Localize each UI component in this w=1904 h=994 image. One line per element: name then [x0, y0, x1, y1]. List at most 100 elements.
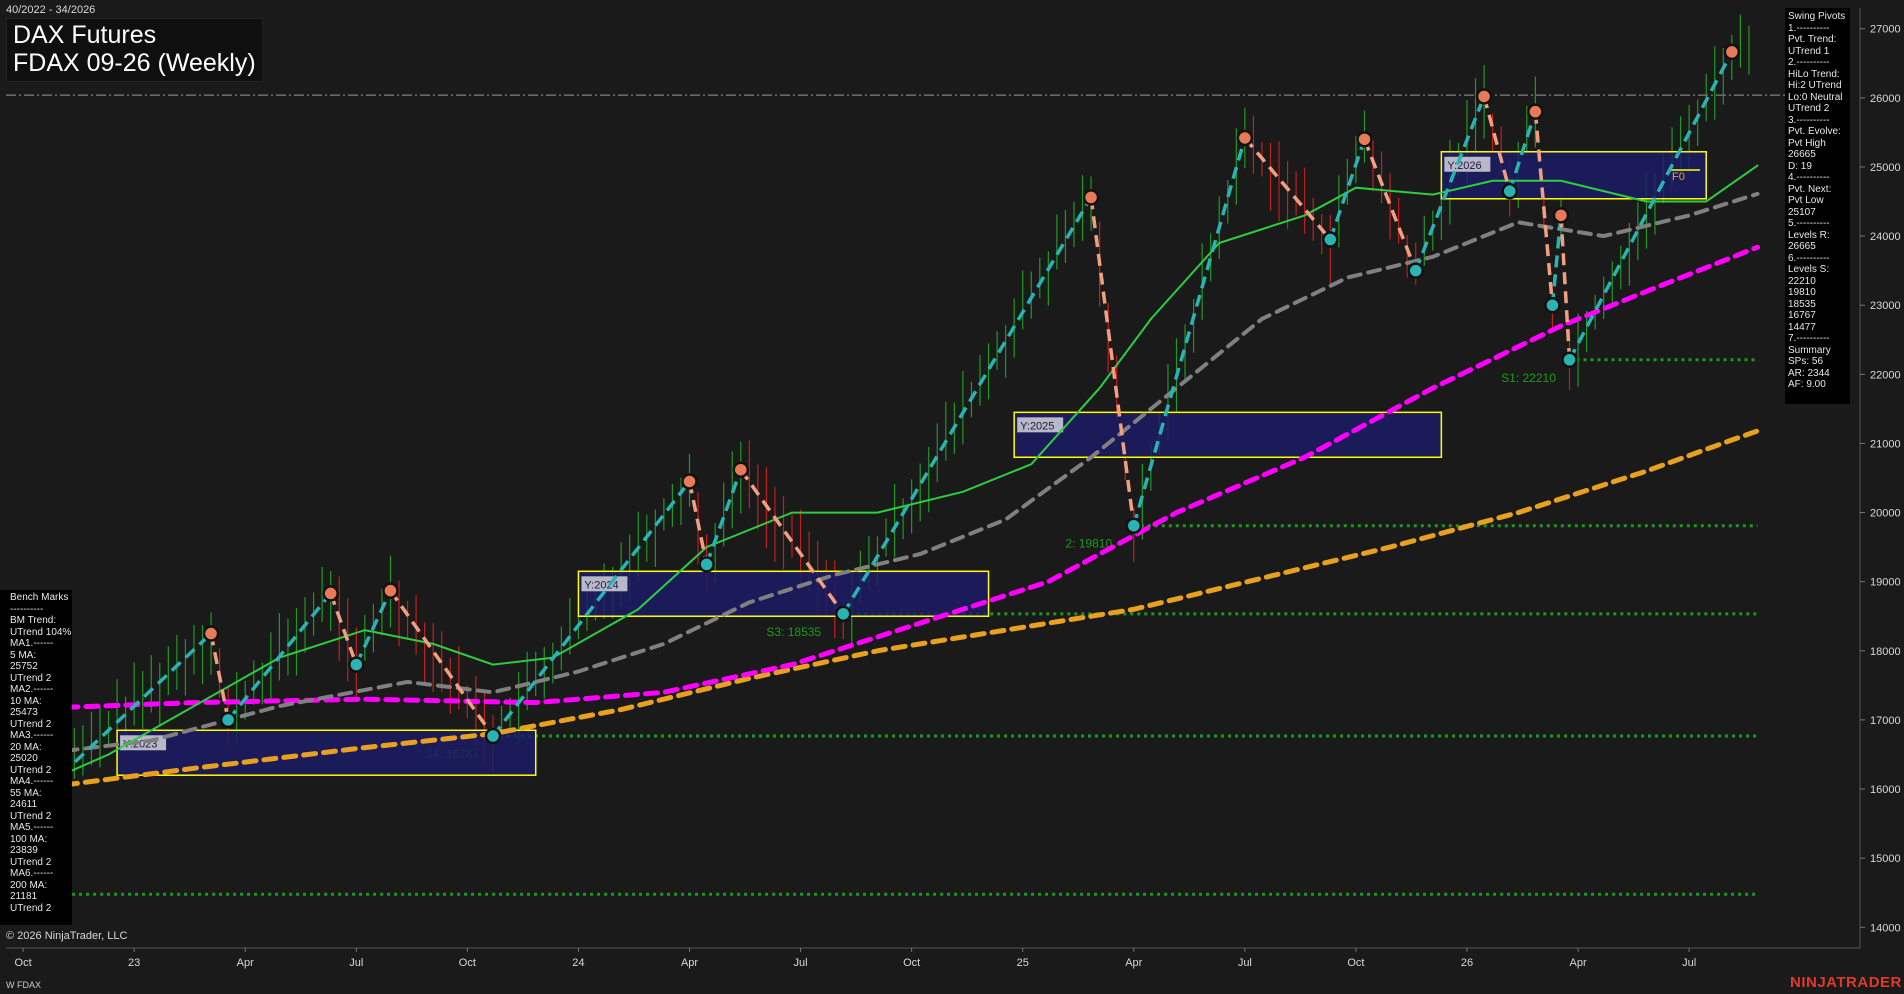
panel-line: 4.---------- [1788, 172, 1830, 183]
panel-line: SPs: 56 [1788, 356, 1824, 367]
panel-line: D: 19 [1788, 160, 1812, 172]
panel-line: 25107 [1788, 206, 1816, 218]
y-tick-label: 15000 [1870, 853, 1901, 865]
y-tick-label: 22000 [1870, 369, 1901, 381]
x-tick-label: Apr [681, 957, 698, 969]
y-tick-label: 18000 [1870, 646, 1901, 658]
panel-line: UTrend 1 [1788, 45, 1830, 57]
swing-low-marker [1125, 517, 1143, 534]
y-tick-label: 27000 [1870, 24, 1901, 36]
swing-high-marker [1475, 88, 1493, 105]
swing-high-marker [1082, 189, 1100, 206]
panel-line: ---------- [10, 603, 44, 615]
panel-line: 16767 [1788, 310, 1816, 321]
y-tick-label: 25000 [1870, 162, 1901, 174]
swing-high-marker [382, 582, 399, 599]
panel-line: MA2.------ [10, 684, 54, 695]
fib-label: F0 [1672, 171, 1685, 183]
panel-line: Summary [1788, 344, 1831, 356]
panel-line: 10 MA: [10, 695, 42, 707]
contract-period: FDAX 09-26 (Weekly) [13, 49, 256, 77]
panel-line: 1.---------- [1788, 22, 1830, 34]
panel-line: Lo:0 Neutral [1788, 91, 1843, 103]
panel-line: UTrend 2 [10, 902, 52, 914]
x-tick-label: Jul [349, 957, 363, 969]
year-range-box [577, 570, 990, 617]
panel-line: Bench Marks [10, 592, 69, 603]
panel-line: UTrend 2 [10, 764, 52, 776]
panel-line: UTrend 2 [10, 810, 52, 822]
panel-line: 26665 [1788, 149, 1816, 160]
panel-line: 25473 [10, 707, 38, 718]
swing-low-marker [1544, 296, 1561, 314]
x-tick-label: Apr [1125, 957, 1142, 969]
panel-line: 23839 [10, 845, 38, 856]
panel-line: Pvt Low [1788, 195, 1824, 206]
panel-line: 26665 [1788, 241, 1816, 252]
panel-line: 2.---------- [1788, 57, 1830, 68]
panel-line: BM Trend: [10, 615, 57, 626]
panel-line: 14477 [1788, 321, 1816, 333]
panel-line: Swing Pivots [1788, 11, 1846, 22]
y-tick-label: 21000 [1870, 438, 1901, 450]
support-level-label: S1: 22210 [1501, 371, 1556, 385]
panel-line: MA3.------ [10, 730, 54, 741]
panel-line: 20 MA: [10, 741, 42, 753]
instrument-name: DAX Futures [13, 21, 157, 49]
panel-line: 21181 [10, 891, 38, 902]
support-level-label: S3: 18535 [766, 625, 821, 639]
panel-line: Levels S: [1788, 264, 1830, 275]
x-tick-label: Jul [1682, 957, 1696, 969]
symbol-label: W FDAX [6, 980, 41, 990]
panel-line: 25020 [10, 753, 38, 764]
swing-high-marker [1552, 207, 1570, 224]
year-label: Y:2025 [1020, 420, 1054, 432]
panel-line: 5.---------- [1788, 218, 1830, 229]
panel-line: Pvt. Trend: [1788, 34, 1837, 45]
panel-line: 24611 [10, 799, 38, 810]
swing-low-marker [1407, 262, 1424, 279]
x-tick-label: Apr [1569, 957, 1586, 969]
panel-line: Pvt High [1788, 137, 1826, 149]
panel-line: 55 MA: [10, 787, 42, 799]
panel-line: MA6.------ [10, 868, 54, 879]
swing-low-marker [1561, 351, 1578, 369]
swing-high-marker [1527, 103, 1544, 120]
panel-line: 100 MA: [10, 833, 48, 845]
price-chart[interactable]: 14000 15000 16000 17000 18000 19000 20000 21000… [0, 0, 1904, 994]
panel-line: UTrend 2 [1788, 103, 1830, 114]
swing-low-marker [484, 727, 502, 745]
y-tick-label: 20000 [1870, 508, 1901, 520]
panel-line: AF: 9.00 [1788, 379, 1826, 390]
y-tick-label: 24000 [1870, 231, 1901, 243]
date-range: 40/2022 - 34/2026 [6, 4, 96, 16]
x-tick-label: Oct [903, 957, 920, 969]
y-tick-label: 23000 [1870, 300, 1901, 312]
panel-line: UTrend 2 [10, 856, 52, 868]
panel-line: 22210 [1788, 275, 1816, 287]
panel-line: MA4.------ [10, 776, 54, 787]
x-tick-label: 25 [1017, 957, 1029, 969]
panel-line: 18535 [1788, 298, 1816, 310]
y-tick-label: 14000 [1870, 922, 1901, 934]
year-label: Y:2026 [1447, 160, 1481, 172]
swing-low-marker [348, 656, 365, 673]
panel-line: 200 MA: [10, 879, 48, 891]
chart-background [0, 0, 1904, 994]
x-tick-label: 24 [572, 957, 584, 969]
swing-high-marker [1723, 43, 1741, 61]
panel-line: 3.---------- [1788, 114, 1830, 126]
y-tick-label: 17000 [1870, 715, 1901, 727]
x-tick-label: Oct [1347, 957, 1364, 969]
brand-logo: NINJATRADER [1790, 974, 1902, 991]
swing-high-marker [322, 585, 339, 602]
swing-low-marker [219, 711, 237, 729]
swing-low-marker [1322, 231, 1339, 248]
copyright: © 2026 NinjaTrader, LLC [6, 930, 128, 942]
x-tick-label: 26 [1461, 957, 1473, 969]
panel-line: UTrend 2 [10, 672, 52, 684]
swing-high-marker [1356, 131, 1373, 148]
y-tick-label: 16000 [1870, 784, 1901, 796]
panel-line: MA1.------ [10, 638, 54, 649]
panel-line: AR: 2344 [1788, 367, 1830, 379]
